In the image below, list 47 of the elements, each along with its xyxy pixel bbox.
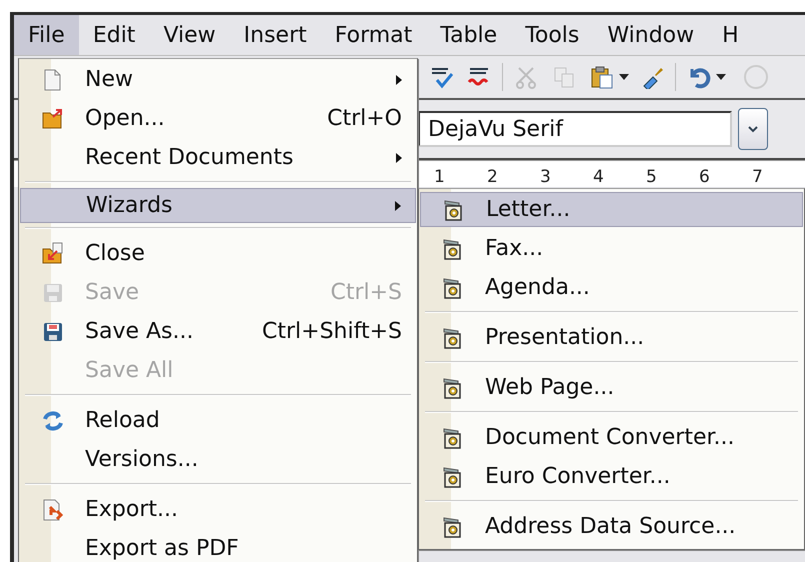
dropdown-caret-icon[interactable] (716, 74, 726, 80)
menu-item[interactable]: Export... (19, 490, 417, 529)
menu-title[interactable]: File (14, 15, 79, 55)
refresh-icon (40, 408, 64, 432)
ruler-number: 5 (646, 167, 658, 187)
chevron-down-icon (748, 126, 758, 132)
spellcheck-icon (429, 65, 453, 89)
menu-item[interactable]: New (19, 60, 417, 99)
menu-title[interactable]: Window (593, 15, 708, 55)
menu-item[interactable]: Web Page... (419, 368, 804, 407)
menu-item[interactable]: Reload (19, 401, 417, 440)
menu-item[interactable]: Address Data Source... (419, 507, 804, 546)
ruler-number: 4 (593, 167, 605, 187)
menu-item[interactable]: Euro Converter... (419, 457, 804, 496)
menu-title[interactable]: View (149, 15, 230, 55)
menu-title[interactable]: Insert (230, 15, 321, 55)
font-dropdown-button[interactable] (738, 108, 768, 150)
menu-item[interactable]: Save As... Ctrl+Shift+S (19, 312, 417, 351)
menu-item[interactable]: Open... Ctrl+O (19, 99, 417, 138)
folder-icon (40, 242, 64, 266)
menu-title[interactable]: Edit (78, 15, 150, 55)
clipboard-icon (590, 65, 614, 89)
folder-icon (40, 106, 64, 130)
menu-item[interactable]: Fax... (419, 229, 804, 268)
ruler-number: 1 (434, 167, 446, 187)
menu-title[interactable]: Tools (511, 15, 594, 55)
menu-title[interactable]: Table (426, 15, 512, 55)
copy-icon (552, 65, 576, 89)
ruler-number: 6 (699, 167, 711, 187)
menu-item[interactable]: Export as PDF (19, 529, 417, 562)
menu-item[interactable]: Versions... (19, 440, 417, 479)
menu-item[interactable]: Presentation... (419, 318, 804, 357)
scissors-icon (514, 65, 538, 89)
ruler-number: 7 (752, 167, 764, 187)
ruler-number: 2 (487, 167, 499, 187)
menu-title[interactable]: Format (320, 15, 426, 55)
dropdown-caret-icon[interactable] (619, 74, 629, 80)
menu-item[interactable]: Letter... (420, 192, 803, 227)
menu-item[interactable]: Wizards (20, 188, 416, 223)
font-name-field[interactable]: DejaVu Serif (418, 111, 732, 147)
menu-item[interactable]: Document Converter... (419, 418, 804, 457)
menu-title[interactable]: H (708, 15, 753, 55)
menu-item[interactable]: Agenda... (419, 268, 804, 307)
export-icon (40, 498, 64, 522)
menu-item[interactable]: Close (19, 234, 417, 273)
ruler-number: 3 (540, 167, 552, 187)
menu-item[interactable]: Recent Documents (19, 138, 417, 177)
